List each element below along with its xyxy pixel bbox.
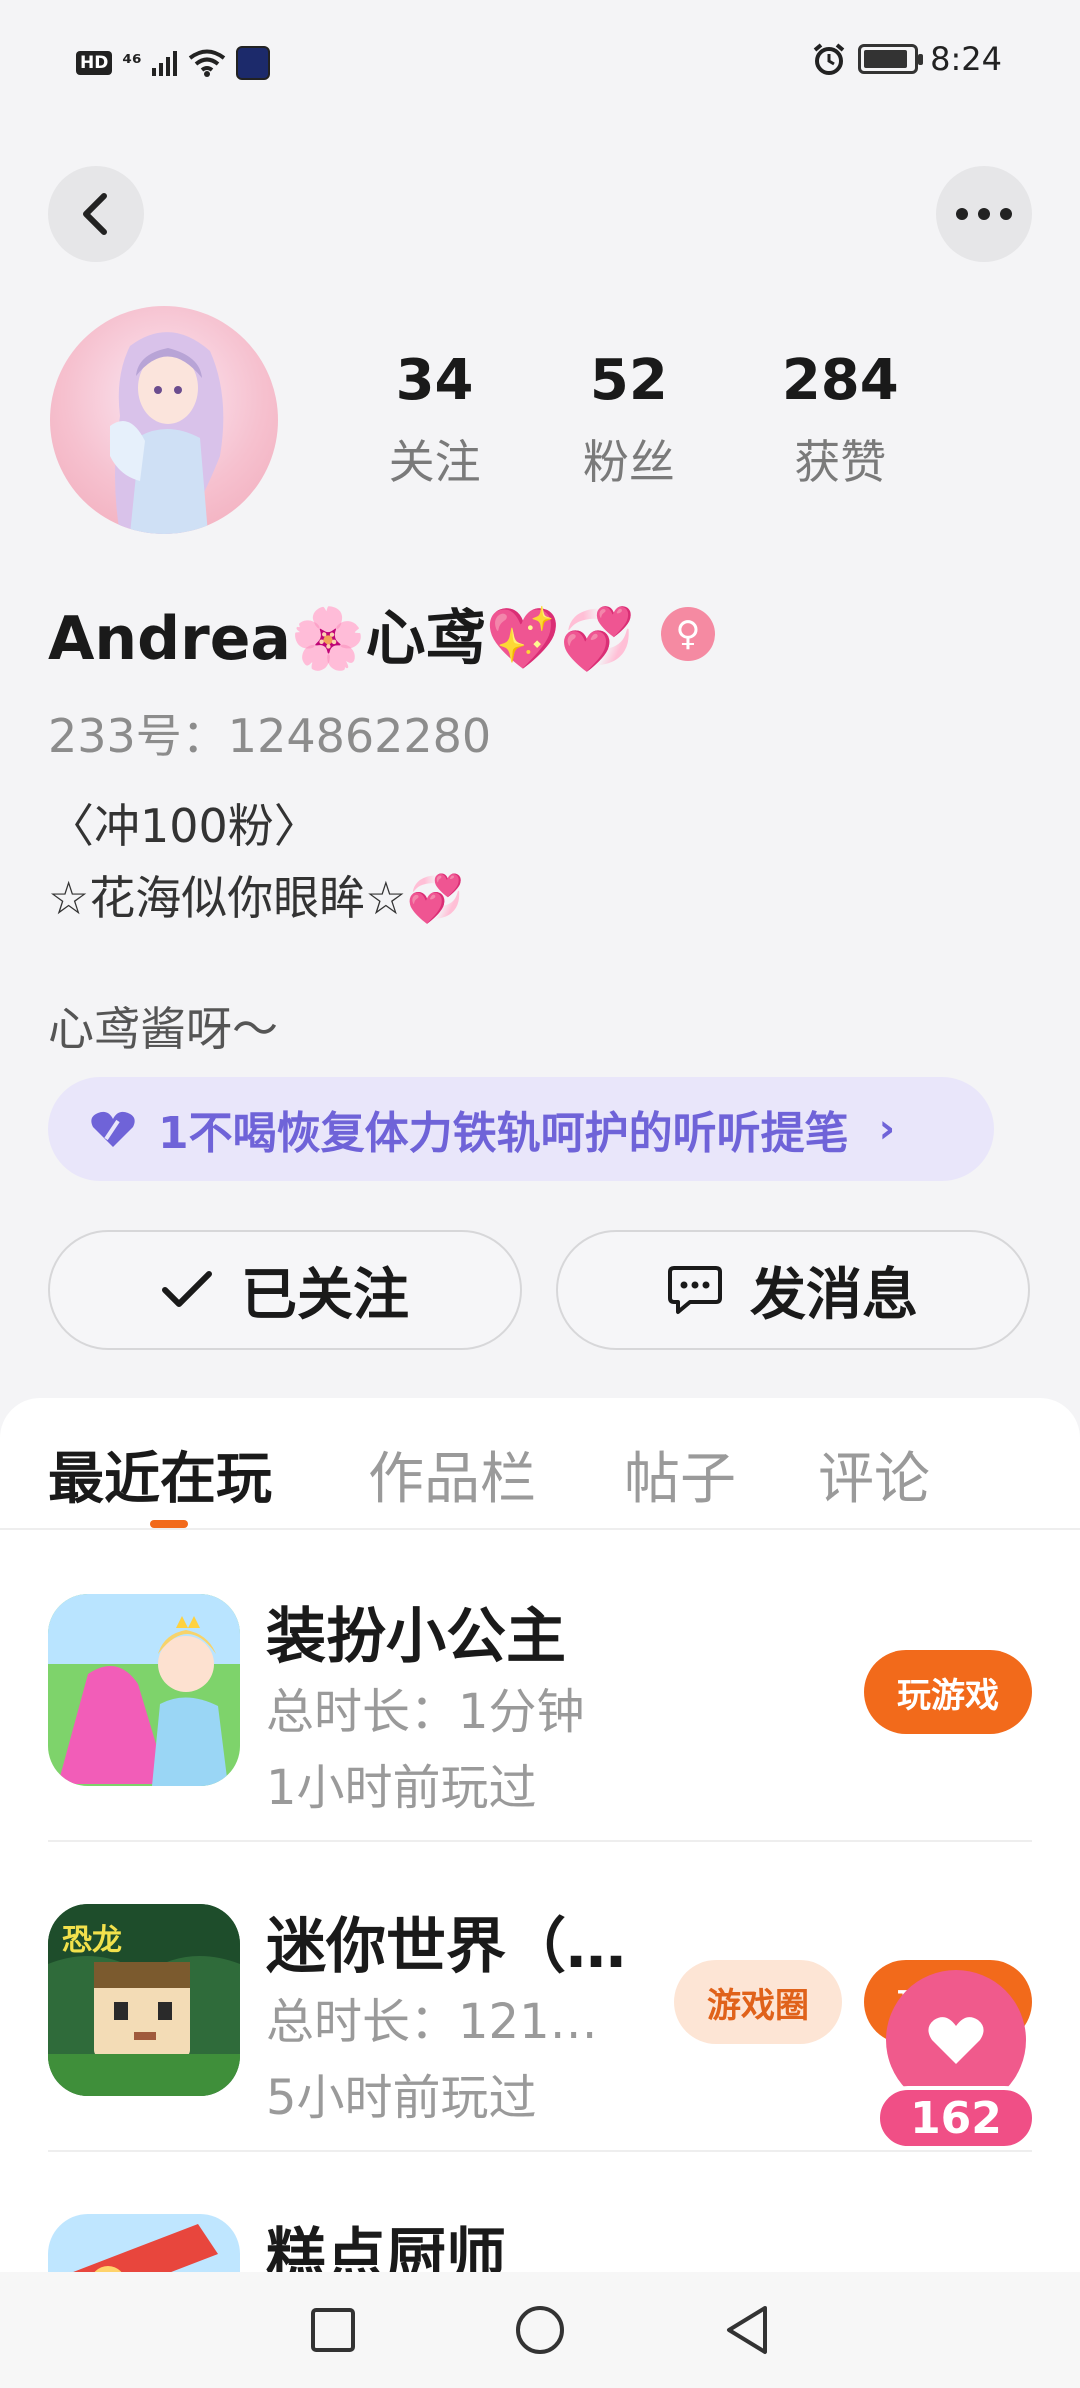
stat-likes-count: 284: [781, 348, 899, 413]
play-game-button[interactable]: 玩游戏: [864, 1650, 1032, 1734]
game-row[interactable]: 装扮小公主 总时长：1分钟 1小时前玩过 玩游戏: [48, 1532, 1032, 1842]
tab-recent-playing[interactable]: 最近在玩: [48, 1434, 272, 1515]
stat-fans-count: 52: [589, 348, 668, 413]
home-icon[interactable]: [514, 2304, 566, 2356]
followed-label: 已关注: [241, 1262, 409, 1328]
clock-time: 8:24: [930, 40, 1002, 78]
heart-icon: [928, 2017, 984, 2064]
username-row: Andrea🌸心鸢💖💞 ♀: [48, 590, 715, 677]
status-left: HD ⁴⁶: [76, 46, 270, 80]
followed-button[interactable]: 已关注: [48, 1230, 522, 1350]
status-bar: HD ⁴⁶ 8:24: [0, 0, 1080, 130]
heart-icon: [91, 1111, 135, 1147]
bio-line-1: 〈冲100粉〉: [48, 799, 320, 853]
signal-icon: [151, 51, 177, 76]
game-last-played: 5小时前玩过: [266, 2070, 537, 2126]
stat-fans-label: 粉丝: [582, 434, 675, 489]
tab-works[interactable]: 作品栏: [368, 1434, 536, 1515]
alarm-icon: [813, 43, 845, 75]
game-icon-dress-up-princess: [48, 1594, 240, 1786]
message-button[interactable]: 发消息: [556, 1230, 1030, 1350]
like-count: 162: [876, 2086, 1036, 2150]
tab-bar: 最近在玩 作品栏 帖子 评论: [0, 1398, 1080, 1530]
stat-following[interactable]: 34 关注: [346, 350, 523, 492]
game-name: 迷你世界（…: [266, 1912, 626, 1982]
avatar[interactable]: [50, 306, 278, 534]
signal-label: ⁴⁶: [122, 50, 142, 76]
battery-icon: [858, 44, 924, 74]
stat-likes-label: 获赞: [794, 434, 887, 489]
wifi-icon: [188, 49, 225, 77]
app-notification-icon: [235, 46, 270, 80]
game-duration: 总时长：121…: [266, 1994, 598, 2050]
system-nav-bar: [0, 2272, 1080, 2388]
female-gender-icon: ♀: [661, 606, 715, 661]
battery-fill: [864, 50, 908, 68]
checkmark-icon: [162, 1271, 212, 1307]
more-dots-icon: [956, 208, 1012, 220]
stat-following-count: 34: [395, 348, 474, 413]
avatar-character-image: [110, 332, 224, 534]
active-tab-indicator: [150, 1520, 188, 1528]
tab-posts[interactable]: 帖子: [624, 1434, 736, 1515]
user-id: 233号：124862280: [48, 709, 492, 763]
stat-likes[interactable]: 284 获赞: [735, 350, 946, 492]
hd-badge: HD: [76, 51, 113, 75]
stat-fans[interactable]: 52 粉丝: [523, 350, 734, 492]
floating-like-button[interactable]: 162: [876, 1970, 1036, 2150]
fan-group-banner[interactable]: 1不喝恢复体力铁轨呵护的听听提笔 ›: [48, 1077, 994, 1181]
profile-stats: 34 关注 52 粉丝 284 获赞: [346, 350, 946, 492]
back-triangle-icon[interactable]: [723, 2304, 771, 2356]
game-circle-button[interactable]: 游戏圈: [674, 1960, 842, 2044]
recent-apps-icon[interactable]: [309, 2306, 357, 2354]
message-label: 发消息: [750, 1262, 918, 1328]
status-right: 8:24: [812, 40, 1002, 78]
svg-text:恐龙: 恐龙: [62, 1923, 122, 1958]
chat-bubble-icon: [668, 1266, 722, 1314]
game-duration: 总时长：1分钟: [266, 1684, 585, 1740]
chevron-left-icon: [83, 193, 107, 235]
stat-following-label: 关注: [388, 434, 481, 489]
username: Andrea🌸心鸢💖💞: [48, 604, 635, 674]
content-panel: 最近在玩 作品栏 帖子 评论 装扮小公主 总时长：1分钟 1小时前玩过 玩游戏: [0, 1398, 1080, 2388]
back-button[interactable]: [48, 166, 144, 262]
chevron-right-icon: ›: [878, 1106, 896, 1152]
bio-line-3: 心鸢酱呀～: [48, 1002, 278, 1056]
fan-group-text: 1不喝恢复体力铁轨呵护的听听提笔: [158, 1108, 849, 1159]
bio-line-2: ☆花海似你眼眸☆💞: [48, 871, 464, 925]
more-options-button[interactable]: [936, 166, 1032, 262]
tab-comments[interactable]: 评论: [818, 1434, 930, 1515]
game-icon-mini-world: 恐龙: [48, 1904, 240, 2096]
game-name: 装扮小公主: [266, 1602, 566, 1672]
game-last-played: 1小时前玩过: [266, 1760, 537, 1816]
